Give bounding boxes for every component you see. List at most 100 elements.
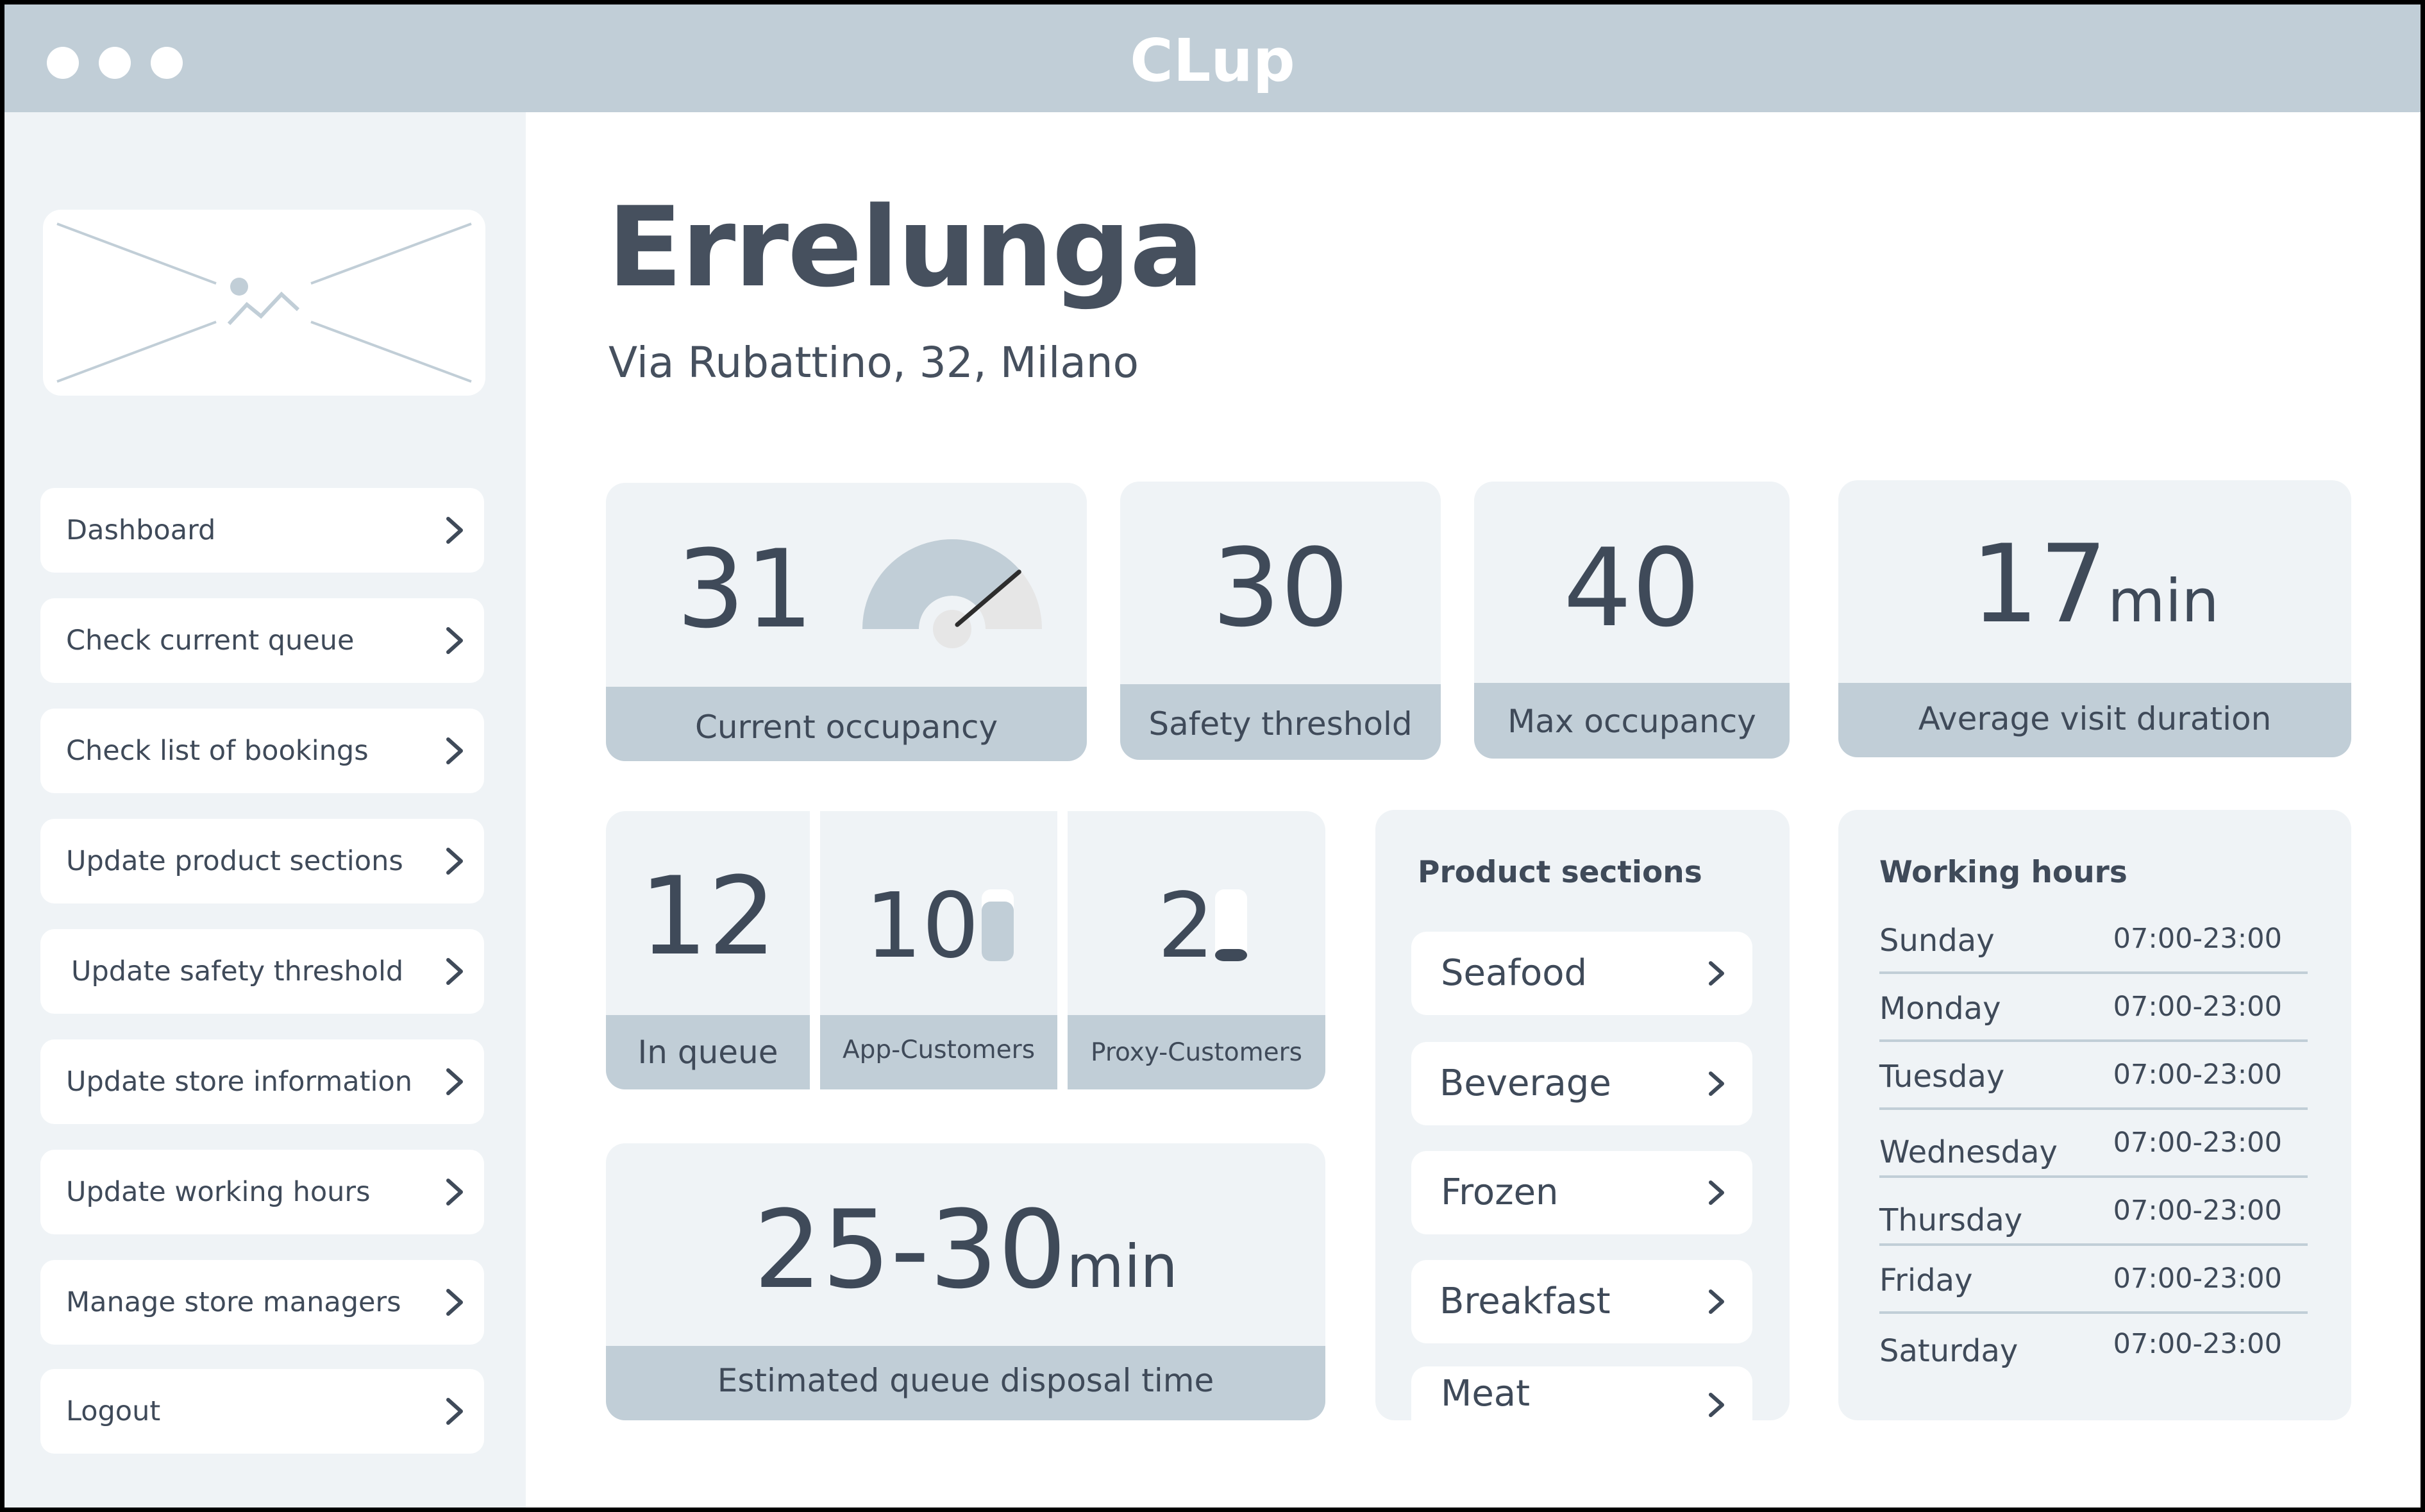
in-queue-value: 12 [639,853,776,979]
chevron-right-icon [1709,1393,1724,1417]
image-placeholder-icon [56,223,472,383]
sidebar-item-manage-store-managers[interactable]: Manage store managers [40,1260,484,1345]
app-customers-label: App-Customers [820,1015,1057,1089]
product-section-label: Seafood [1441,952,1588,994]
sidebar-item-check-current-queue[interactable]: Check current queue [40,598,484,683]
max-occupancy-card: 40 Max occupancy [1474,482,1790,759]
sidebar-item-update-working-hours[interactable]: Update working hours [40,1150,484,1234]
product-section-frozen[interactable]: Frozen [1411,1151,1752,1234]
chevron-right-icon [446,627,463,654]
safety-threshold-label: Safety threshold [1120,684,1441,760]
proxy-customers-label: Proxy-Customers [1068,1015,1325,1089]
app-title: CLup [1130,26,1295,95]
app-customers-level-icon [982,889,1014,961]
title-bar: CLup [4,4,2421,112]
sidebar-item-label: Update safety threshold [71,955,404,987]
working-hours-row: Friday 07:00-23:00 [1879,1246,2308,1314]
working-hours-day: Tuesday [1879,1059,2005,1095]
chevron-right-icon [446,1398,463,1425]
sidebar-item-label: Update working hours [66,1176,371,1208]
working-hours-time: 07:00-23:00 [2113,1263,2282,1295]
sidebar-item-label: Manage store managers [66,1286,401,1318]
average-visit-unit: min [2108,567,2219,635]
proxy-customers-card: 2 Proxy-Customers [1068,811,1325,1089]
chevron-right-icon [446,737,463,764]
chevron-right-icon [446,1179,463,1205]
product-sections-title: Product sections [1418,855,1702,890]
working-hours-title: Working hours [1879,855,2127,890]
product-section-seafood[interactable]: Seafood [1411,932,1752,1015]
app-customers-fill [982,902,1014,961]
disposal-time-label: Estimated queue disposal time [606,1346,1325,1420]
max-occupancy-value: 40 [1563,525,1700,651]
sidebar-item-logout[interactable]: Logout [40,1369,484,1454]
disposal-time-number: 25-30 [753,1187,1067,1313]
sidebar-item-check-list-of-bookings[interactable]: Check list of bookings [40,709,484,793]
working-hours-row: Tuesday 07:00-23:00 [1879,1042,2308,1110]
working-hours-day: Friday [1879,1263,1973,1298]
proxy-customers-fill [1215,948,1247,961]
store-name: Errelunga [607,183,1204,312]
proxy-customers-level-icon [1215,889,1247,961]
working-hours-time: 07:00-23:00 [2113,923,2282,955]
app-customers-card: 10 App-Customers [820,811,1057,1089]
sidebar-item-label: Check list of bookings [66,735,369,767]
product-sections-panel: Product sections Seafood Beverage Frozen… [1375,810,1790,1420]
average-visit-number: 17 [1970,521,2108,647]
chevron-right-icon [1709,961,1724,986]
sidebar-item-label: Update product sections [66,845,403,877]
chevron-right-icon [446,1289,463,1316]
working-hours-row: Wednesday 07:00-23:00 [1879,1110,2308,1178]
chevron-right-icon [1709,1289,1724,1314]
chevron-right-icon [446,517,463,544]
chevron-right-icon [1709,1071,1724,1096]
chevron-right-icon [446,1068,463,1095]
average-visit-value: 17min [1838,530,2351,638]
sidebar-item-update-safety-threshold[interactable]: Update safety threshold [40,929,484,1014]
app-customers-value: 10 [865,874,980,979]
chevron-right-icon [446,958,463,985]
working-hours-time: 07:00-23:00 [2113,1328,2282,1360]
proxy-customers-value: 2 [1157,874,1215,979]
chevron-right-icon [1709,1180,1724,1205]
product-section-label: Frozen [1441,1172,1559,1213]
product-section-beverage[interactable]: Beverage [1411,1042,1752,1125]
working-hours-day: Sunday [1879,923,1995,959]
disposal-time-unit: min [1066,1232,1178,1301]
working-hours-day: Monday [1879,991,2001,1027]
sidebar-item-update-store-information[interactable]: Update store information [40,1039,484,1124]
working-hours-day: Thursday [1879,1202,2023,1238]
sidebar: Dashboard Check current queue Check list… [4,112,526,1508]
in-queue-label: In queue [606,1015,810,1089]
working-hours-day: Wednesday [1879,1134,2058,1170]
product-section-label: Breakfast [1439,1281,1611,1322]
app-window: CLup Dashboard Check current queue Check… [0,0,2425,1512]
working-hours-panel: Working hours Sunday 07:00-23:00 Monday … [1838,810,2351,1420]
product-section-breakfast[interactable]: Breakfast [1411,1260,1752,1343]
average-visit-label: Average visit duration [1838,683,2351,757]
sidebar-item-label: Logout [66,1395,161,1427]
sidebar-item-dashboard[interactable]: Dashboard [40,488,484,573]
sidebar-item-label: Check current queue [66,625,355,657]
current-occupancy-label: Current occupancy [606,687,1087,761]
product-section-label: Beverage [1439,1063,1611,1104]
safety-threshold-value: 30 [1212,525,1349,651]
chevron-right-icon [446,848,463,875]
max-occupancy-label: Max occupancy [1474,683,1790,759]
working-hours-day: Saturday [1879,1333,2018,1369]
current-occupancy-card: 31 Current occupancy [606,483,1087,761]
working-hours-row: Saturday 07:00-23:00 [1879,1314,2308,1382]
working-hours-time: 07:00-23:00 [2113,991,2282,1023]
safety-threshold-card: 30 Safety threshold [1120,482,1441,760]
average-visit-card: 17min Average visit duration [1838,480,2351,757]
working-hours-row: Monday 07:00-23:00 [1879,974,2308,1042]
occupancy-gauge [862,539,1042,648]
product-section-meat[interactable]: Meat [1411,1366,1752,1420]
disposal-time-value: 25-30min [606,1196,1325,1304]
sidebar-item-label: Update store information [66,1066,412,1098]
working-hours-time: 07:00-23:00 [2113,1195,2282,1227]
store-address: Via Rubattino, 32, Milano [608,338,1139,387]
sidebar-item-update-product-sections[interactable]: Update product sections [40,819,484,903]
product-section-label: Meat [1441,1373,1531,1415]
store-logo [43,210,485,396]
